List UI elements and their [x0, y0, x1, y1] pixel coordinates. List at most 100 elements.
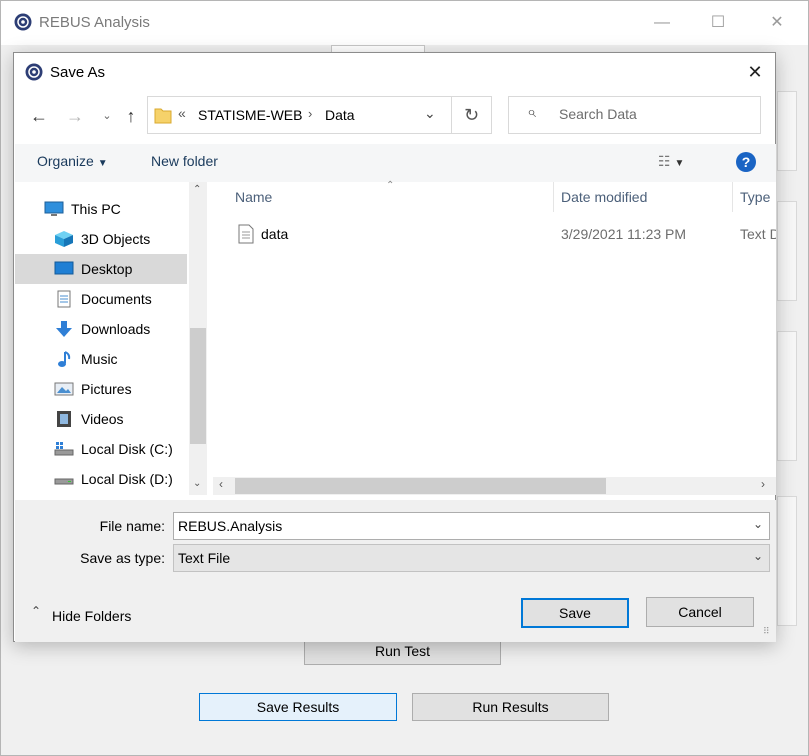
bg-panel	[777, 331, 797, 461]
tree-item-downloads[interactable]: Downloads	[15, 314, 187, 344]
tree-item-label: This PC	[71, 201, 121, 217]
dialog-title: Save As	[50, 64, 106, 81]
file-type-cell: Text Document	[740, 226, 776, 242]
organize-button[interactable]: Organize ▼	[37, 153, 108, 169]
tree-item-music[interactable]: Music	[15, 344, 187, 374]
chevron-down-icon[interactable]: ⌄	[753, 549, 763, 563]
address-overflow-icon[interactable]: «	[178, 105, 186, 121]
scroll-up-icon[interactable]: ⌃	[193, 184, 201, 195]
chevron-down-icon[interactable]: ⌄	[753, 517, 763, 531]
cancel-button[interactable]: Cancel	[646, 597, 754, 627]
file-date-cell: 3/29/2021 11:23 PM	[561, 226, 687, 242]
organize-label: Organize	[37, 153, 94, 169]
search-box[interactable]: ⌕	[508, 96, 761, 134]
save-results-button[interactable]: Save Results	[199, 693, 397, 721]
tree-item-label: Pictures	[81, 381, 132, 397]
save-as-dialog: Save As ✕ ← → ⌄ ↑ « STATISME-WEB › Data …	[13, 52, 776, 642]
hide-folders-button[interactable]: Hide Folders	[52, 608, 131, 624]
app-logo-icon	[14, 13, 32, 31]
video-icon	[57, 411, 71, 427]
up-arrow-icon[interactable]: ↑	[120, 105, 142, 127]
tree-item-label: Local Disk (C:)	[81, 441, 173, 457]
save-type-value: Text File	[178, 550, 231, 566]
column-separator[interactable]	[553, 182, 554, 212]
tree-item-local-disk-d[interactable]: Local Disk (D:)	[15, 464, 187, 494]
toolbar: Organize ▼ New folder ☷ ▼ ?	[15, 144, 776, 182]
tree-item-label: Music	[81, 351, 118, 367]
scroll-thumb[interactable]	[235, 478, 606, 494]
sort-ascending-icon: ⌃	[386, 180, 395, 191]
save-type-label: Save as type:	[80, 550, 165, 566]
file-list: ⌃ Name Date modified Type data 3/29/2021…	[213, 180, 776, 495]
tree-item-label: Desktop	[81, 261, 133, 277]
minimize-icon[interactable]: —	[652, 13, 672, 33]
tree-item-label: Videos	[81, 411, 124, 427]
disk-d-icon	[54, 478, 74, 485]
tree-item-documents[interactable]: Documents	[15, 284, 187, 314]
file-name-field[interactable]: ⌄	[173, 512, 770, 540]
column-header-name[interactable]: Name	[235, 189, 272, 205]
text-file-icon	[238, 224, 254, 244]
breadcrumb-separator-icon: ›	[308, 106, 313, 121]
view-options-icon[interactable]: ☷ ▼	[658, 153, 684, 170]
resize-grip-icon[interactable]: ⠿	[763, 626, 770, 637]
column-separator[interactable]	[732, 182, 733, 212]
folder-icon	[154, 108, 172, 124]
close-icon[interactable]: ✕	[740, 59, 770, 85]
chevron-up-icon[interactable]: ⌃	[31, 604, 41, 618]
save-options-area: File name: ⌄ Save as type: Text File ⌄ ⌃…	[15, 500, 776, 642]
new-folder-button[interactable]: New folder	[151, 153, 218, 169]
column-header-date[interactable]: Date modified	[561, 189, 647, 205]
music-icon	[58, 351, 71, 367]
scroll-down-icon[interactable]: ⌄	[193, 478, 201, 489]
cube-icon	[55, 231, 73, 247]
address-dropdown-icon[interactable]: ⌄	[424, 105, 436, 122]
breadcrumb-statisme-web[interactable]: STATISME-WEB	[198, 107, 302, 123]
tree-item-label: Documents	[81, 291, 152, 307]
recent-locations-chevron-icon[interactable]: ⌄	[96, 105, 118, 127]
document-icon	[57, 290, 71, 308]
help-icon[interactable]: ?	[736, 152, 756, 172]
bg-panel	[777, 201, 797, 301]
tree-item-videos[interactable]: Videos	[15, 404, 187, 434]
tree-item-label: 3D Objects	[81, 231, 151, 247]
horizontal-scrollbar[interactable]: ‹ ›	[213, 477, 776, 495]
picture-icon	[54, 382, 74, 396]
scroll-left-icon[interactable]: ‹	[219, 477, 223, 491]
caret-down-icon: ▼	[97, 158, 108, 169]
search-icon: ⌕	[527, 104, 536, 121]
file-name-cell: data	[261, 226, 289, 242]
scroll-right-icon[interactable]: ›	[761, 477, 765, 491]
forward-arrow-icon[interactable]: →	[64, 105, 86, 127]
tree-item-local-disk-c[interactable]: Local Disk (C:)	[15, 434, 187, 464]
search-input[interactable]	[559, 106, 749, 122]
back-arrow-icon[interactable]: ←	[28, 105, 50, 127]
save-type-select[interactable]: Text File ⌄	[173, 544, 770, 572]
bg-panel	[777, 496, 797, 626]
disk-c-icon	[54, 442, 74, 456]
app-title: REBUS Analysis	[39, 14, 150, 31]
scroll-thumb[interactable]	[190, 328, 206, 444]
file-name-label: File name:	[99, 518, 165, 534]
tree-item-3d-objects[interactable]: 3D Objects	[15, 224, 187, 254]
navigation-pane: This PC 3D Objects Desktop Documents Dow…	[15, 182, 208, 495]
maximize-icon[interactable]: ☐	[708, 13, 728, 33]
computer-icon	[44, 201, 64, 216]
save-button[interactable]: Save	[521, 598, 629, 628]
column-header-type[interactable]: Type	[740, 189, 776, 205]
tree-item-pictures[interactable]: Pictures	[15, 374, 187, 404]
desktop-icon	[54, 261, 74, 275]
download-icon	[56, 321, 72, 337]
tree-scrollbar[interactable]: ⌃ ⌄	[189, 182, 207, 495]
bg-panel	[777, 91, 797, 171]
tree-item-this-pc[interactable]: This PC	[15, 194, 187, 224]
breadcrumb-data[interactable]: Data	[325, 107, 355, 123]
app-logo-icon	[25, 63, 43, 81]
run-results-button[interactable]: Run Results	[412, 693, 609, 721]
app-titlebar: REBUS Analysis — ☐ ✕	[1, 1, 808, 45]
tree-item-desktop[interactable]: Desktop	[15, 254, 187, 284]
address-bar[interactable]: « STATISME-WEB › Data ⌄	[147, 96, 452, 134]
close-icon[interactable]: ✕	[767, 13, 787, 33]
refresh-icon[interactable]: ↻	[452, 96, 492, 134]
file-name-input[interactable]	[178, 518, 738, 534]
